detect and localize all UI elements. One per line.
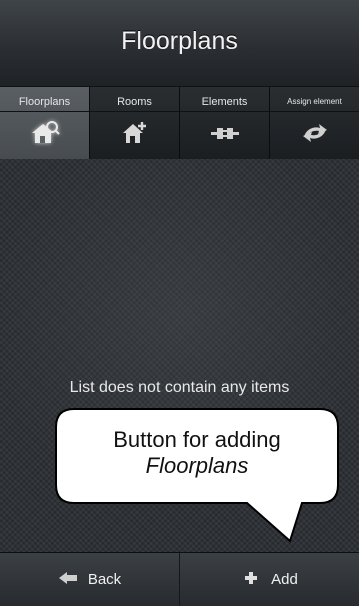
connector-icon: [208, 119, 242, 147]
house-network-icon: [28, 119, 62, 147]
tab-label: Assign element: [287, 97, 342, 106]
tab-floorplans[interactable]: Floorplans: [0, 87, 90, 159]
tab-assign-element[interactable]: Assign element: [270, 87, 359, 159]
page-title: Floorplans: [121, 27, 238, 55]
house-add-icon: [118, 119, 152, 147]
tab-rooms[interactable]: Rooms: [90, 87, 180, 159]
tab-label: Elements: [201, 96, 248, 108]
back-button[interactable]: Back: [0, 553, 180, 606]
back-arrow-icon: [58, 570, 78, 590]
add-button[interactable]: Add: [180, 553, 359, 606]
add-label: Add: [271, 571, 298, 588]
list-area: List does not contain any items: [0, 159, 359, 552]
back-label: Back: [87, 571, 122, 588]
tab-label: Floorplans: [18, 96, 71, 108]
tab-elements[interactable]: Elements: [180, 87, 270, 159]
plus-icon: [241, 570, 261, 590]
bottom-toolbar: Back Add: [0, 552, 359, 606]
tab-label: Rooms: [117, 96, 152, 108]
header-bar: Floorplans: [0, 0, 359, 87]
tab-bar: Floorplans Rooms Elements Assign element: [0, 87, 359, 159]
empty-list-message: List does not contain any items: [69, 379, 290, 396]
assign-arrows-icon: [298, 119, 332, 147]
